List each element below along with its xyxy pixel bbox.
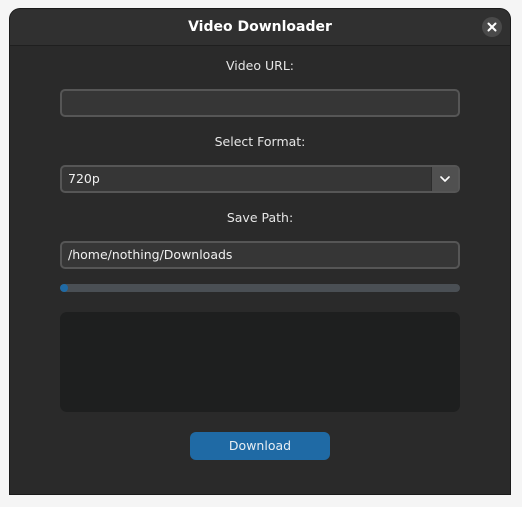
format-select[interactable]: 720p	[60, 165, 460, 193]
video-url-input[interactable]	[60, 89, 460, 117]
app-window: Video Downloader Video URL: Select Forma…	[10, 9, 510, 494]
close-icon	[482, 17, 502, 37]
progress-fill	[60, 284, 68, 292]
title-bar: Video Downloader	[10, 9, 510, 46]
format-label: Select Format:	[214, 134, 306, 149]
video-url-label: Video URL:	[225, 58, 294, 73]
format-selected-value: 720p	[68, 171, 100, 186]
chevron-down-icon	[440, 176, 450, 182]
window-title: Video Downloader	[188, 19, 332, 35]
download-progress-bar	[60, 284, 460, 292]
download-button[interactable]: Download	[190, 432, 330, 460]
log-output-box[interactable]	[60, 312, 460, 412]
format-dropdown-button[interactable]	[431, 167, 458, 191]
save-path-label: Save Path:	[226, 210, 294, 225]
save-path-input[interactable]: /home/nothing/Downloads	[60, 241, 460, 269]
close-button[interactable]	[482, 17, 502, 37]
